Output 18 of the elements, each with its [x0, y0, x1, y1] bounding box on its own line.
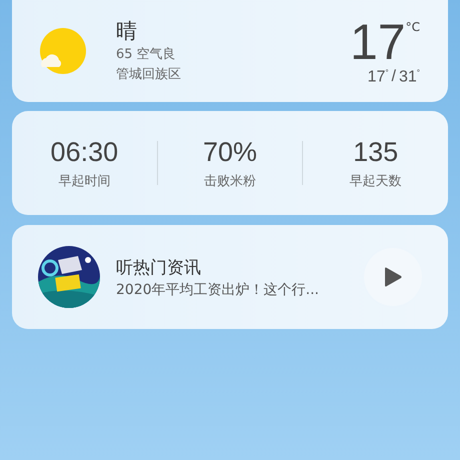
- separator: /: [392, 68, 396, 86]
- stat-label: 早起时间: [58, 173, 110, 190]
- high-temperature: 31$^{°}$: [399, 68, 420, 86]
- weather-condition: 晴: [116, 18, 138, 45]
- stat-value: 06:30: [50, 136, 118, 168]
- temperature: 17: [350, 16, 406, 68]
- news-title: 听热门资讯: [116, 257, 202, 280]
- news-headline: 2020年平均工资出炉！这个行...: [116, 281, 320, 299]
- low-temperature: 17$^{°}$: [368, 68, 389, 86]
- stat-label: 早起天数: [350, 173, 402, 190]
- stat-value: 70%: [202, 136, 258, 168]
- stat-value: 135: [353, 136, 398, 168]
- air-quality: 65 空气良: [116, 46, 177, 64]
- location: 管城回族区: [116, 66, 182, 84]
- temperature-unit: °C: [406, 20, 420, 34]
- stat-label: 击败米粉: [204, 173, 256, 190]
- sun-cloud-icon: [38, 27, 86, 75]
- play-icon: [384, 267, 402, 287]
